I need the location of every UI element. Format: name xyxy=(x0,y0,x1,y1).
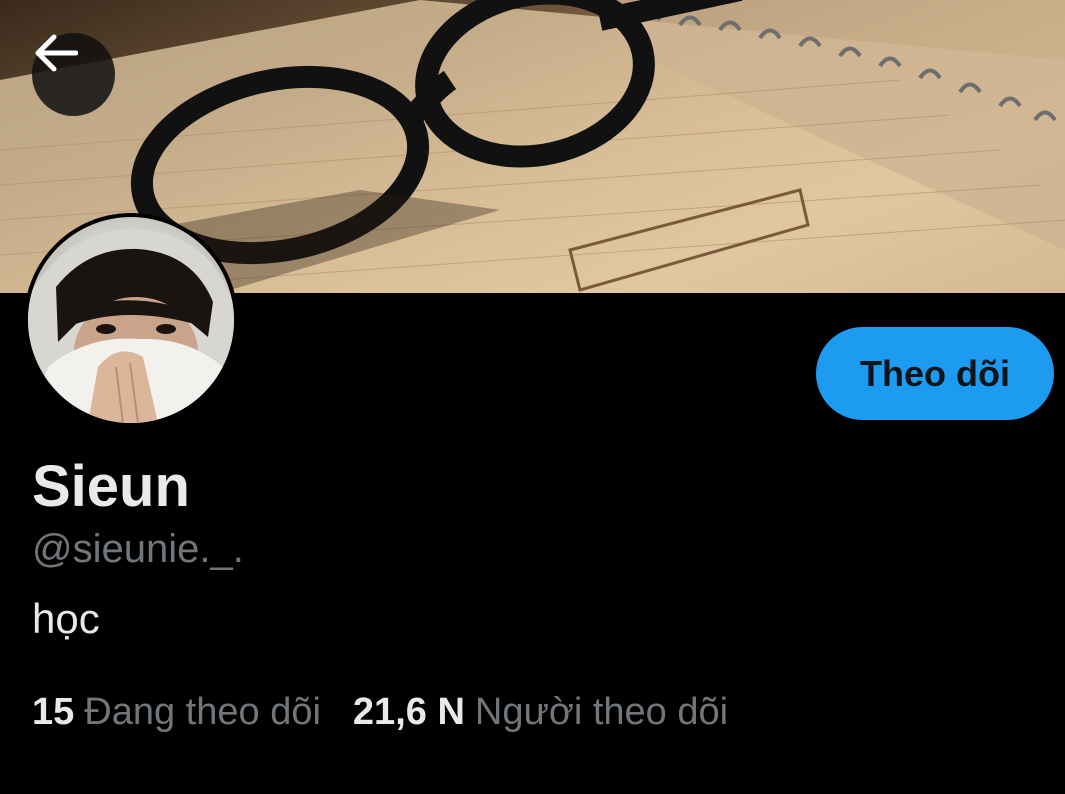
followers-count: 21,6 N xyxy=(352,691,465,733)
avatar[interactable] xyxy=(24,213,238,427)
followers-stat-link[interactable]: 21,6 N Người theo dõi xyxy=(353,688,728,736)
profile-stats: 15 Đang theo dõi 21,6 N Người theo dõi xyxy=(32,688,760,736)
avatar-photo xyxy=(28,217,234,423)
follow-button[interactable]: Theo dõi xyxy=(816,327,1054,420)
followers-label: Người theo dõi xyxy=(474,691,729,733)
back-button[interactable] xyxy=(32,33,115,116)
bio: học xyxy=(32,595,100,642)
following-stat-link[interactable]: 15 Đang theo dõi xyxy=(32,688,321,736)
following-label: Đang theo dõi xyxy=(84,691,321,733)
arrow-left-icon xyxy=(35,34,78,72)
username: @sieunie._. xyxy=(32,527,244,571)
display-name: Sieun xyxy=(32,454,190,519)
following-count: 15 xyxy=(32,691,75,733)
